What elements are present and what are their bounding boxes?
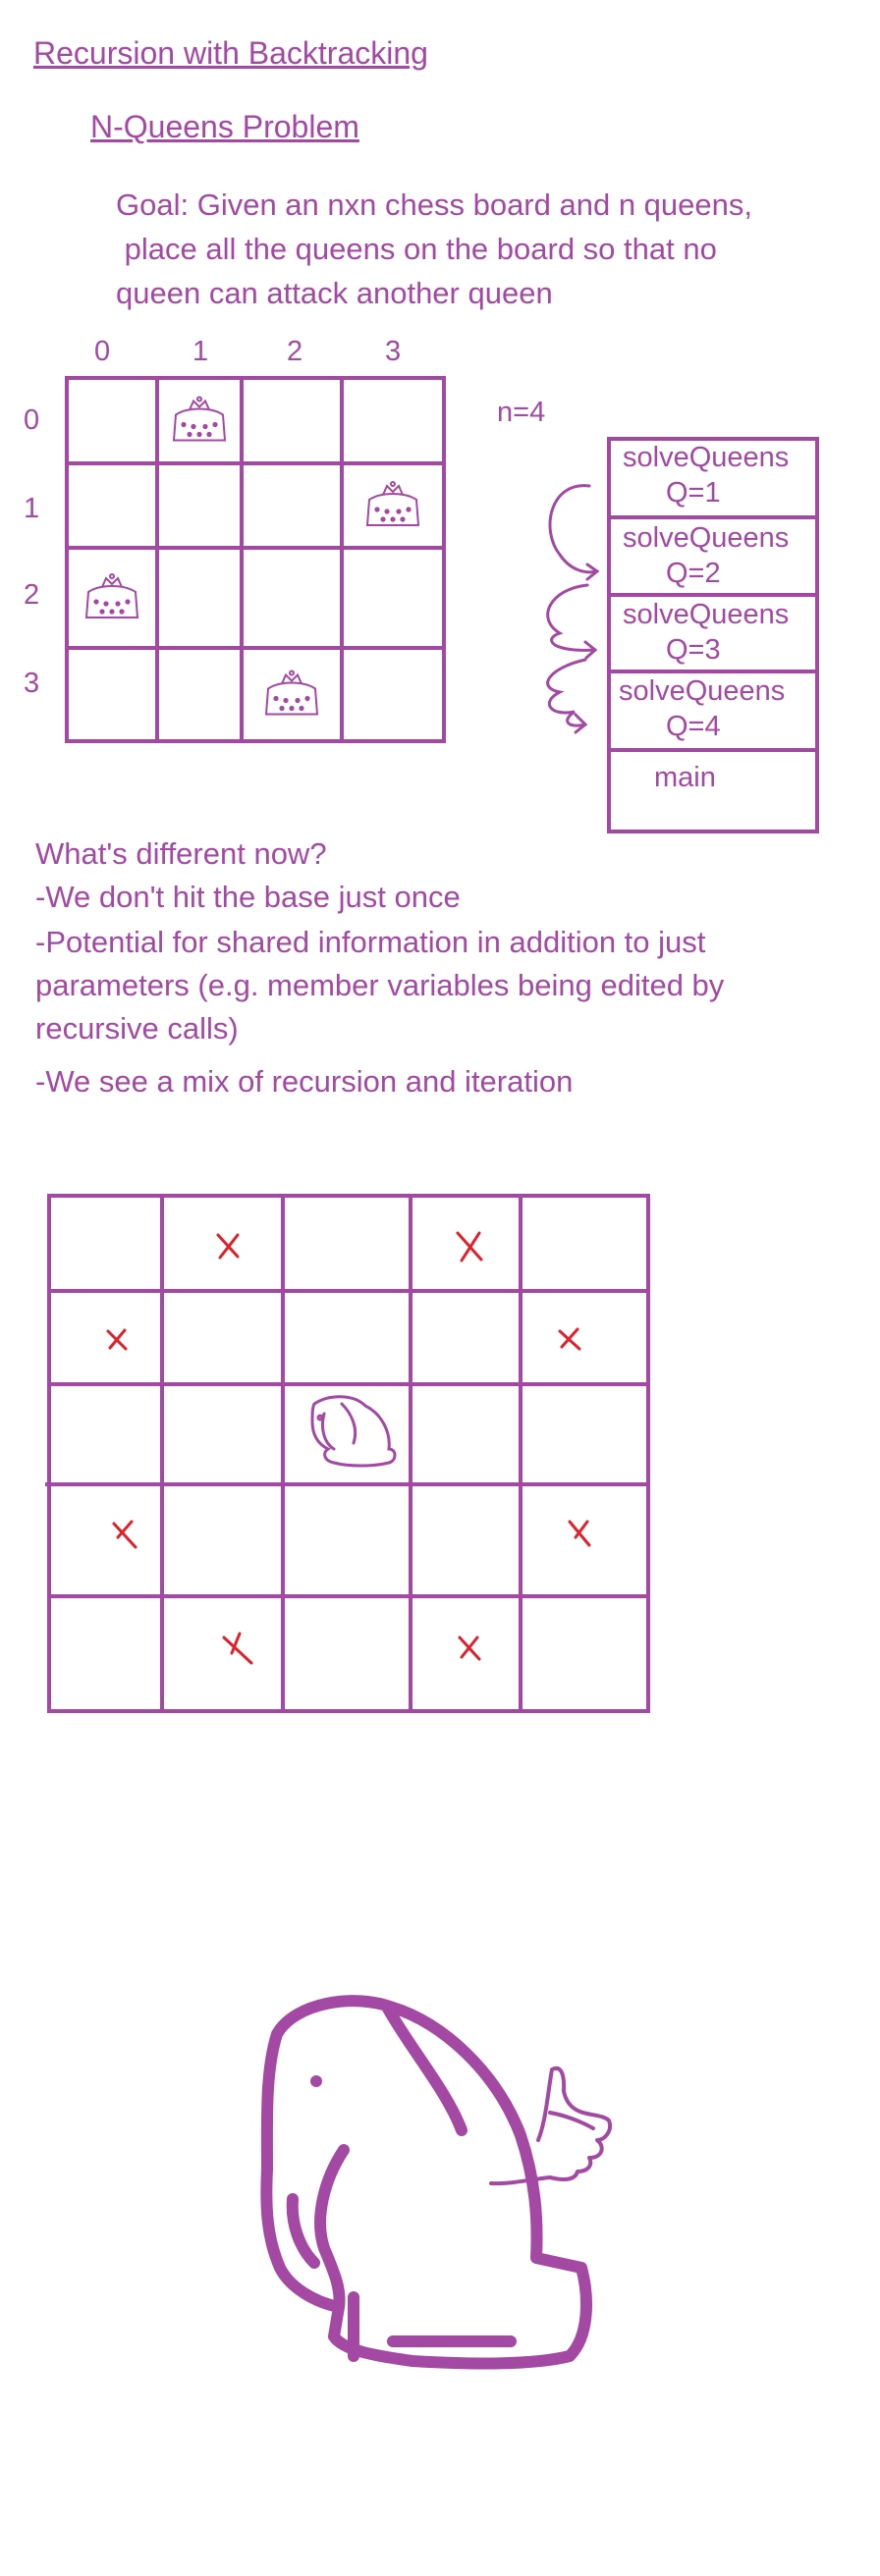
x-mark [558,1327,581,1351]
stack-frame-name: solveQueens [623,442,790,473]
x-mark [106,1328,128,1351]
x-mark [568,1520,591,1547]
queens-layer [84,396,420,716]
queen-crown-icon [264,670,319,716]
stack-frame-name: solveQueens [623,599,790,630]
attack-grid [45,1194,650,1713]
stack-frame-arg: Q=3 [666,634,721,666]
x-mark [456,1231,483,1262]
stack-frame-name: solveQueens [623,522,790,554]
stack-frame-name: solveQueens [619,675,786,707]
drawing-canvas [45,376,819,2370]
differences-question: What's different now? [35,836,327,871]
difference-line: -We see a mix of recursion and iteration [35,1064,574,1099]
stack-frame-arg: Q=4 [666,711,721,742]
queen-crown-icon [365,481,420,526]
x-mark [216,1233,240,1260]
queens-board [65,376,446,743]
difference-line: -We don't hit the base just once [35,880,461,914]
thumbs-up-sketch [489,2066,612,2186]
difference-line: recursive calls) [35,1011,239,1046]
attack-marks [106,1231,591,1665]
x-mark [222,1632,253,1665]
queen-crown-icon [172,396,227,442]
elephant-sketch-large [260,1995,592,2370]
x-mark [112,1520,138,1549]
stack-frame-arg: Q=2 [666,558,721,589]
stack-bottom-main: main [654,762,716,793]
queen-crown-icon [84,573,139,618]
difference-line: parameters (e.g. member variables being … [35,968,725,1002]
recursion-arrows [546,484,600,734]
stack-frame-arg: Q=1 [666,477,721,509]
x-mark [458,1636,481,1661]
elephant-sketch-small [310,1395,397,1468]
difference-line: -Potential for shared information in add… [35,925,706,959]
elephant-eye-icon [310,2075,322,2087]
